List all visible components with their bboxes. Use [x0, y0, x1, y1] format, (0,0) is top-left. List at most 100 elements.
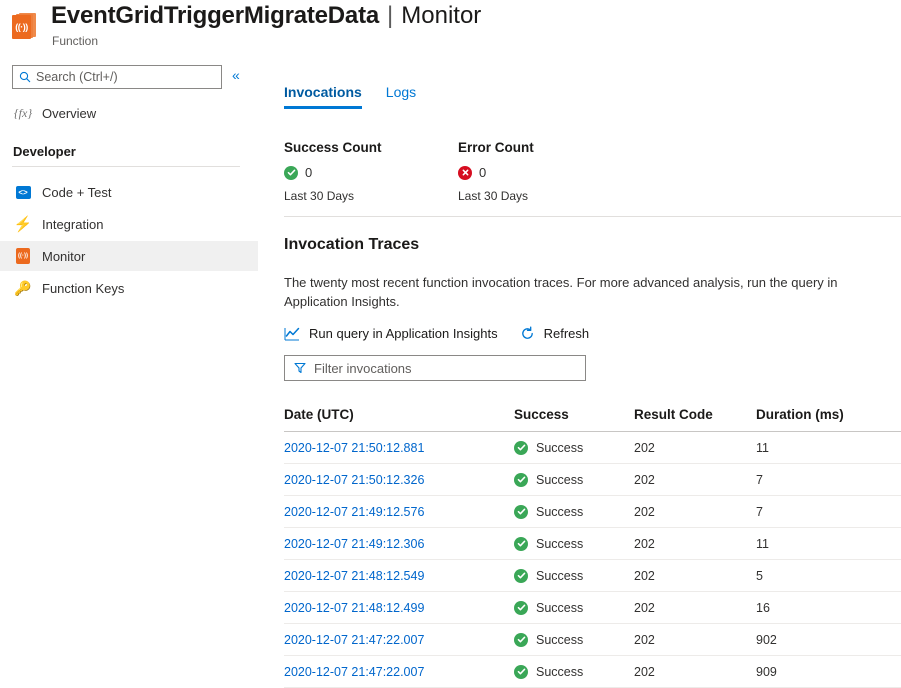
resource-name: EventGridTriggerMigrateData	[51, 2, 379, 30]
success-label: Success	[536, 633, 583, 647]
sidebar-item-integration[interactable]: ⚡ Integration	[0, 209, 258, 239]
section-divider	[284, 216, 901, 217]
success-icon	[514, 601, 528, 615]
sidebar-item-label: Overview	[42, 106, 96, 121]
success-icon	[514, 505, 528, 519]
table-row[interactable]: 2020-12-07 21:49:12.576 Success 202 7	[284, 496, 901, 528]
success-label: Success	[536, 665, 583, 679]
result-code: 202	[634, 473, 756, 487]
invocation-traces-table: Date (UTC) Success Result Code Duration …	[284, 398, 901, 688]
duration: 7	[756, 473, 901, 487]
eventgrid-function-icon: ((·))	[12, 13, 40, 41]
run-query-label: Run query in Application Insights	[309, 326, 498, 341]
sidebar-item-code-test[interactable]: <> Code + Test	[0, 177, 258, 207]
trace-date-link[interactable]: 2020-12-07 21:47:22.007	[284, 665, 424, 679]
search-input[interactable]	[36, 70, 206, 84]
result-code: 202	[634, 601, 756, 615]
sidebar: « {fx} Overview Developer <> Code + Test…	[0, 58, 258, 688]
success-icon	[514, 537, 528, 551]
table-row[interactable]: 2020-12-07 21:48:12.499 Success 202 16	[284, 592, 901, 624]
metric-error-count: Error Count 0 Last 30 Days	[458, 140, 534, 203]
success-icon	[514, 569, 528, 583]
table-row[interactable]: 2020-12-07 21:50:12.326 Success 202 7	[284, 464, 901, 496]
metric-period: Last 30 Days	[458, 189, 534, 203]
trace-date-link[interactable]: 2020-12-07 21:49:12.306	[284, 537, 424, 551]
tab-bar: Invocations Logs	[284, 84, 416, 109]
metric-value: 0	[479, 165, 486, 180]
tab-invocations[interactable]: Invocations	[284, 84, 362, 109]
trace-date-link[interactable]: 2020-12-07 21:47:22.007	[284, 633, 424, 647]
metric-value: 0	[305, 165, 312, 180]
result-code: 202	[634, 569, 756, 583]
monitor-icon: ((·))	[14, 248, 32, 264]
check-circle-icon	[284, 166, 298, 180]
sidebar-item-label: Function Keys	[42, 281, 124, 296]
page-title: EventGridTriggerMigrateData | Monitor	[51, 2, 481, 30]
duration: 902	[756, 633, 901, 647]
sidebar-item-label: Integration	[42, 217, 103, 232]
error-circle-icon	[458, 166, 472, 180]
success-label: Success	[536, 441, 583, 455]
invocation-traces-description: The twenty most recent function invocati…	[284, 273, 884, 311]
success-label: Success	[536, 569, 583, 583]
result-code: 202	[634, 665, 756, 679]
sidebar-section-divider	[12, 166, 240, 167]
metric-title: Success Count	[284, 140, 382, 155]
duration: 16	[756, 601, 901, 615]
table-row[interactable]: 2020-12-07 21:50:12.881 Success 202 11	[284, 432, 901, 464]
table-row[interactable]: 2020-12-07 21:47:22.007 Success 202 909	[284, 656, 901, 688]
success-icon	[514, 441, 528, 455]
collapse-sidebar-button[interactable]: «	[232, 68, 240, 82]
column-header-duration[interactable]: Duration (ms)	[756, 407, 901, 422]
refresh-button[interactable]: Refresh	[520, 326, 590, 341]
command-bar: Run query in Application Insights Refres…	[284, 326, 589, 341]
main-content: Invocations Logs Success Count 0 Last 30…	[258, 58, 901, 688]
result-code: 202	[634, 441, 756, 455]
sidebar-item-label: Code + Test	[42, 185, 112, 200]
lightning-icon: ⚡	[14, 217, 32, 232]
result-code: 202	[634, 633, 756, 647]
trace-date-link[interactable]: 2020-12-07 21:49:12.576	[284, 505, 424, 519]
sidebar-section-developer: Developer	[13, 144, 76, 159]
sidebar-item-overview[interactable]: {fx} Overview	[0, 98, 258, 128]
table-row[interactable]: 2020-12-07 21:49:12.306 Success 202 11	[284, 528, 901, 560]
duration: 7	[756, 505, 901, 519]
table-row[interactable]: 2020-12-07 21:48:12.549 Success 202 5	[284, 560, 901, 592]
fx-icon: {fx}	[14, 106, 32, 121]
sidebar-item-function-keys[interactable]: 🔑 Function Keys	[0, 273, 258, 303]
success-label: Success	[536, 537, 583, 551]
metric-period: Last 30 Days	[284, 189, 382, 203]
metric-success-count: Success Count 0 Last 30 Days	[284, 140, 382, 203]
tab-logs[interactable]: Logs	[386, 84, 416, 109]
refresh-label: Refresh	[544, 326, 590, 341]
page-name: Monitor	[401, 2, 481, 30]
funnel-icon	[294, 362, 306, 374]
success-label: Success	[536, 505, 583, 519]
duration: 5	[756, 569, 901, 583]
success-icon	[514, 633, 528, 647]
sidebar-search[interactable]	[12, 65, 222, 89]
trace-date-link[interactable]: 2020-12-07 21:50:12.326	[284, 473, 424, 487]
code-icon: <>	[14, 186, 32, 199]
column-header-date[interactable]: Date (UTC)	[284, 407, 514, 422]
column-header-success[interactable]: Success	[514, 407, 634, 422]
title-separator: |	[387, 2, 393, 30]
page-header: ((·)) EventGridTriggerMigrateData | Moni…	[0, 0, 901, 58]
success-label: Success	[536, 601, 583, 615]
trace-date-link[interactable]: 2020-12-07 21:48:12.499	[284, 601, 424, 615]
trace-date-link[interactable]: 2020-12-07 21:50:12.881	[284, 441, 424, 455]
column-header-result-code[interactable]: Result Code	[634, 407, 756, 422]
duration: 11	[756, 441, 901, 455]
sidebar-item-monitor[interactable]: ((·)) Monitor	[0, 241, 258, 271]
refresh-icon	[520, 326, 535, 341]
filter-invocations-input[interactable]	[314, 361, 564, 376]
trace-date-link[interactable]: 2020-12-07 21:48:12.549	[284, 569, 424, 583]
table-row[interactable]: 2020-12-07 21:47:22.007 Success 202 902	[284, 624, 901, 656]
filter-invocations-box[interactable]	[284, 355, 586, 381]
run-query-button[interactable]: Run query in Application Insights	[284, 326, 498, 341]
key-icon: 🔑	[14, 281, 32, 295]
invocation-traces-heading: Invocation Traces	[284, 236, 419, 254]
resource-type-label: Function	[52, 34, 98, 48]
result-code: 202	[634, 505, 756, 519]
success-label: Success	[536, 473, 583, 487]
